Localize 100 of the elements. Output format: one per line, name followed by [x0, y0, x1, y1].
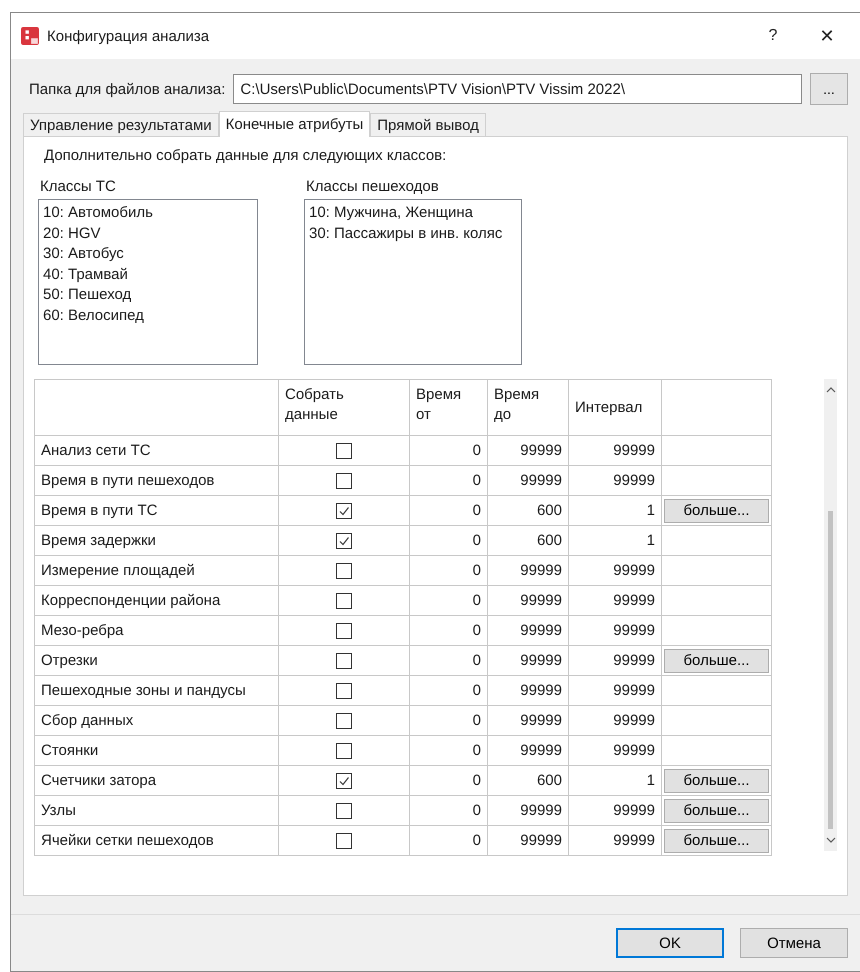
- list-item[interactable]: 60: Велосипед: [43, 306, 253, 326]
- list-item[interactable]: 20: HGV: [43, 224, 253, 244]
- column-header: Интервал: [568, 380, 662, 436]
- table-cell: Анализ сети ТС: [34, 436, 278, 466]
- table-cell: 0: [410, 526, 488, 556]
- table-cell: 99999: [568, 826, 662, 856]
- list-title: Классы пешеходов: [305, 178, 440, 195]
- table-cell: 99999: [488, 436, 568, 466]
- folder-label: Папка для файлов анализа:: [29, 80, 226, 98]
- checkbox[interactable]: [336, 533, 352, 550]
- list-item[interactable]: 40: Трамвай: [43, 264, 253, 285]
- checkbox[interactable]: [336, 743, 352, 760]
- help-button[interactable]: ?: [746, 16, 800, 56]
- table-cell: Время в пути пешеходов: [34, 466, 278, 496]
- checkbox[interactable]: [336, 833, 352, 850]
- tab[interactable]: Прямой вывод: [370, 113, 486, 136]
- checkbox[interactable]: [336, 713, 352, 730]
- list-item[interactable]: 10: Автомобиль: [43, 203, 253, 224]
- scroll-down-icon[interactable]: [826, 837, 836, 843]
- table-cell: 99999: [488, 646, 568, 676]
- more-button[interactable]: больше...: [664, 828, 769, 852]
- table-cell: 99999: [488, 706, 568, 736]
- browse-button[interactable]: ...: [810, 73, 848, 105]
- list-item[interactable]: 10: Мужчина, Женщина: [309, 203, 517, 224]
- table-cell: 99999: [568, 796, 662, 826]
- table-cell: Узлы: [34, 796, 278, 826]
- table-cell: 99999: [568, 616, 662, 646]
- table-cell: 0: [410, 826, 488, 856]
- window-title: Конфигурация анализа: [47, 28, 210, 44]
- dialog-button[interactable]: Отмена: [740, 928, 848, 958]
- table-cell: Ячейки сетки пешеходов: [34, 826, 278, 856]
- table-cell: 1: [568, 526, 662, 556]
- table-cell: 0: [410, 496, 488, 526]
- table-cell: Стоянки: [34, 736, 278, 766]
- table-cell: 1: [568, 766, 662, 796]
- table-cell: Корреспонденции района: [34, 586, 278, 616]
- more-button[interactable]: больше...: [664, 648, 769, 672]
- checkbox[interactable]: [336, 443, 352, 460]
- list-item[interactable]: 30: Пассажиры в инв. коляс: [309, 224, 517, 244]
- table-cell: 0: [410, 646, 488, 676]
- table-cell: 99999: [568, 556, 662, 586]
- table-cell: 0: [410, 706, 488, 736]
- list-title: Классы ТС: [39, 178, 117, 195]
- checkbox[interactable]: [336, 473, 352, 490]
- scroll-thumb[interactable]: [828, 511, 833, 829]
- table-cell: 0: [410, 616, 488, 646]
- table-cell: 99999: [568, 586, 662, 616]
- checkbox[interactable]: [336, 503, 352, 520]
- checkbox[interactable]: [336, 803, 352, 820]
- checkbox[interactable]: [336, 653, 352, 670]
- table-cell: Пешеходные зоны и пандусы: [34, 676, 278, 706]
- table-cell: 0: [410, 466, 488, 496]
- folder-field[interactable]: C:\Users\Public\Documents\PTV Vision\PTV Vissim 2022\: [233, 74, 802, 104]
- table-cell: 0: [410, 436, 488, 466]
- table-cell: Отрезки: [34, 646, 278, 676]
- table-cell: 99999: [568, 736, 662, 766]
- checkbox[interactable]: [336, 593, 352, 610]
- table-cell: Счетчики затора: [34, 766, 278, 796]
- tab[interactable]: Конечные атрибуты: [218, 111, 370, 137]
- table-cell: 600: [488, 526, 568, 556]
- checkbox[interactable]: [336, 683, 352, 700]
- table-cell: 1: [568, 496, 662, 526]
- checkbox[interactable]: [336, 773, 352, 790]
- table-cell: 600: [488, 496, 568, 526]
- intro-text: Дополнительно собрать данные для следующих классов:: [43, 147, 448, 164]
- table-cell: 99999: [488, 466, 568, 496]
- app-icon: [21, 27, 39, 45]
- column-header: Время от: [410, 380, 488, 436]
- table-cell: 99999: [488, 616, 568, 646]
- column-header: Собрать данные: [278, 380, 410, 436]
- scroll-up-icon[interactable]: [826, 387, 836, 393]
- column-header: Время до: [488, 380, 568, 436]
- table-cell: 99999: [488, 826, 568, 856]
- dialog-button[interactable]: OK: [616, 928, 724, 958]
- more-button[interactable]: больше...: [664, 768, 769, 792]
- table-cell: 0: [410, 736, 488, 766]
- tab[interactable]: Управление результатами: [23, 113, 219, 136]
- list-item[interactable]: 50: Пешеход: [43, 285, 253, 306]
- close-button[interactable]: ✕: [800, 16, 854, 56]
- table-cell: 0: [410, 766, 488, 796]
- more-button[interactable]: больше...: [664, 798, 769, 822]
- table-cell: 99999: [488, 586, 568, 616]
- checkbox[interactable]: [336, 563, 352, 580]
- checkbox[interactable]: [336, 623, 352, 640]
- table-cell: 99999: [488, 736, 568, 766]
- table-cell: Время в пути ТС: [34, 496, 278, 526]
- scrollbar[interactable]: [824, 379, 837, 851]
- table-cell: 99999: [568, 676, 662, 706]
- list-item[interactable]: 30: Автобус: [43, 244, 253, 264]
- table-cell: 0: [410, 586, 488, 616]
- more-button[interactable]: больше...: [664, 498, 769, 522]
- table-cell: 99999: [568, 436, 662, 466]
- table-cell: 0: [410, 676, 488, 706]
- table-cell: 0: [410, 796, 488, 826]
- table-cell: 600: [488, 766, 568, 796]
- table-cell: 0: [410, 556, 488, 586]
- table-cell: Время задержки: [34, 526, 278, 556]
- table-cell: Измерение площадей: [34, 556, 278, 586]
- table-cell: Сбор данных: [34, 706, 278, 736]
- table-cell: 99999: [488, 796, 568, 826]
